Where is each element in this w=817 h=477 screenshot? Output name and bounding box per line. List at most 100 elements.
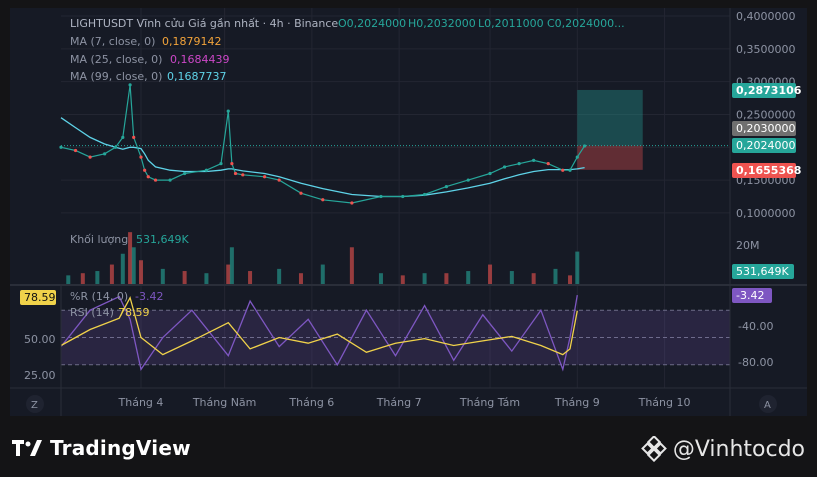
position-loss-zone[interactable] xyxy=(577,145,643,170)
price-axis-tick: 0,4000000 xyxy=(736,10,796,23)
price-point[interactable] xyxy=(546,162,550,166)
price-point[interactable] xyxy=(277,178,281,182)
price-point[interactable] xyxy=(73,148,78,153)
time-axis-label: Tháng 7 xyxy=(376,396,422,409)
volume-axis-value: 531,649K xyxy=(736,265,789,278)
volume-bar xyxy=(400,275,405,284)
price-point[interactable] xyxy=(113,145,118,149)
rsi-axis-tick-25: 25.00 xyxy=(24,369,56,382)
time-axis-label: Tháng 4 xyxy=(118,396,164,409)
position-profit-zone[interactable] xyxy=(577,89,643,146)
price-axis-tick: 0,3500000 xyxy=(736,43,796,56)
ma25-label: MA (25, close, 0) xyxy=(70,53,162,66)
chart-frame[interactable]: LIGHTUSDT Vĩnh cửu Giá gần nhất · 4h · B… xyxy=(10,8,807,416)
price-point[interactable] xyxy=(561,168,565,172)
price-point[interactable] xyxy=(582,144,587,148)
time-axis-label: Tháng Tám xyxy=(459,396,520,409)
volume-bar xyxy=(128,232,133,284)
auto-scale-button-label: A xyxy=(764,400,771,411)
price-point[interactable] xyxy=(168,178,172,182)
volume-bar xyxy=(226,264,231,284)
price-axis[interactable]: 0,40000000,35000000,30000000,25000000,20… xyxy=(736,10,796,220)
price-line-series[interactable] xyxy=(60,84,586,204)
wr-label: %R (14, 0) xyxy=(70,290,128,303)
volume-bar xyxy=(120,253,125,284)
volume-bar xyxy=(204,273,209,284)
price-point[interactable] xyxy=(241,173,245,177)
price-point[interactable] xyxy=(299,191,303,195)
price-point[interactable] xyxy=(321,198,325,202)
price-point[interactable] xyxy=(121,135,125,140)
price-point[interactable] xyxy=(350,201,354,205)
time-axis-label: Tháng Năm xyxy=(192,396,257,409)
volume-bar xyxy=(229,247,234,284)
wr-axis-tick-40: -40.00 xyxy=(738,320,773,333)
chart-svg[interactable]: LIGHTUSDT Vĩnh cửu Giá gần nhất · 4h · B… xyxy=(10,8,807,416)
price-point[interactable] xyxy=(502,165,507,169)
current-price-text: 0,2030000 xyxy=(736,122,796,135)
price-point[interactable] xyxy=(103,152,107,156)
wr-value: -3.42 xyxy=(135,290,163,303)
volume-bar xyxy=(248,271,253,284)
price-point[interactable] xyxy=(517,162,521,166)
price-point[interactable] xyxy=(575,155,579,159)
ma7-label: MA (7, close, 0) xyxy=(70,35,155,48)
price-point[interactable] xyxy=(219,162,223,166)
price-point[interactable] xyxy=(488,171,492,176)
time-axis-label: Tháng 6 xyxy=(288,396,334,409)
ma99-value: 0,1687737 xyxy=(167,70,227,83)
price-point[interactable] xyxy=(88,155,92,159)
price-point[interactable] xyxy=(379,194,383,199)
time-axis-label: Tháng 10 xyxy=(638,396,691,409)
rsi-axis-value: 78.59 xyxy=(24,291,56,304)
volume-axis: 20M 531,649K xyxy=(732,239,794,279)
price-point[interactable] xyxy=(263,175,267,179)
price-point[interactable] xyxy=(226,109,230,113)
price-axis-tick: 0,1000000 xyxy=(736,207,796,220)
price-point[interactable] xyxy=(132,135,136,140)
volume-axis-tick: 20M xyxy=(736,239,760,252)
rsi-label: RSI (14) xyxy=(70,306,114,319)
price-point[interactable] xyxy=(146,175,150,179)
ohlc-close: C0,2024000... xyxy=(547,17,625,30)
price-point[interactable] xyxy=(139,155,143,159)
volume-bar xyxy=(531,273,536,284)
volume-bar xyxy=(66,275,71,284)
price-point[interactable] xyxy=(183,171,187,176)
time-axis[interactable]: Tháng 4 Tháng Năm Tháng 6 Tháng 7 Tháng Tám T… xyxy=(118,396,691,409)
price-point[interactable] xyxy=(143,168,147,172)
price-point[interactable] xyxy=(128,83,132,87)
price-point[interactable] xyxy=(466,178,470,182)
symbol-line: LIGHTUSDT Vĩnh cửu Giá gần nhất · 4h · B… xyxy=(70,17,338,30)
tradingview-logo[interactable]: TradingView xyxy=(12,436,191,460)
rsi-axis-tick-50: 50.00 xyxy=(24,333,56,346)
price-series[interactable] xyxy=(59,83,587,205)
target-price-text: 0,2873106 xyxy=(736,84,802,97)
price-point[interactable] xyxy=(401,194,405,199)
volume-bar xyxy=(575,251,580,284)
ohlc-high: H0,2032000 xyxy=(408,17,476,30)
price-point[interactable] xyxy=(568,168,572,172)
price-point[interactable] xyxy=(532,158,536,162)
ohlc-low: L0,2011000 xyxy=(478,17,544,30)
price-point[interactable] xyxy=(204,168,209,172)
tradingview-icon xyxy=(12,440,42,456)
volume-bar xyxy=(553,268,558,284)
volume-bar xyxy=(298,273,303,284)
volume-label: Khối lượng xyxy=(70,233,128,246)
price-point[interactable] xyxy=(422,192,427,197)
price-point[interactable] xyxy=(153,178,158,182)
stop-price-text: 0,1655368 xyxy=(736,164,801,177)
price-point[interactable] xyxy=(444,185,449,189)
price-axis-tick: 0,2500000 xyxy=(736,108,796,121)
price-point[interactable] xyxy=(230,162,234,166)
volume-bar xyxy=(444,273,449,284)
zoom-button[interactable]: Z xyxy=(26,395,44,413)
volume-bar xyxy=(131,247,136,284)
auto-scale-button[interactable]: A xyxy=(759,395,777,413)
price-axis-labels: 0,2873106 0,2030000 0,2024000 0,1655368 xyxy=(732,83,802,178)
volume-bar xyxy=(349,247,354,284)
volume-bar xyxy=(422,273,427,284)
price-point[interactable] xyxy=(233,171,238,176)
price-point[interactable] xyxy=(59,145,63,149)
